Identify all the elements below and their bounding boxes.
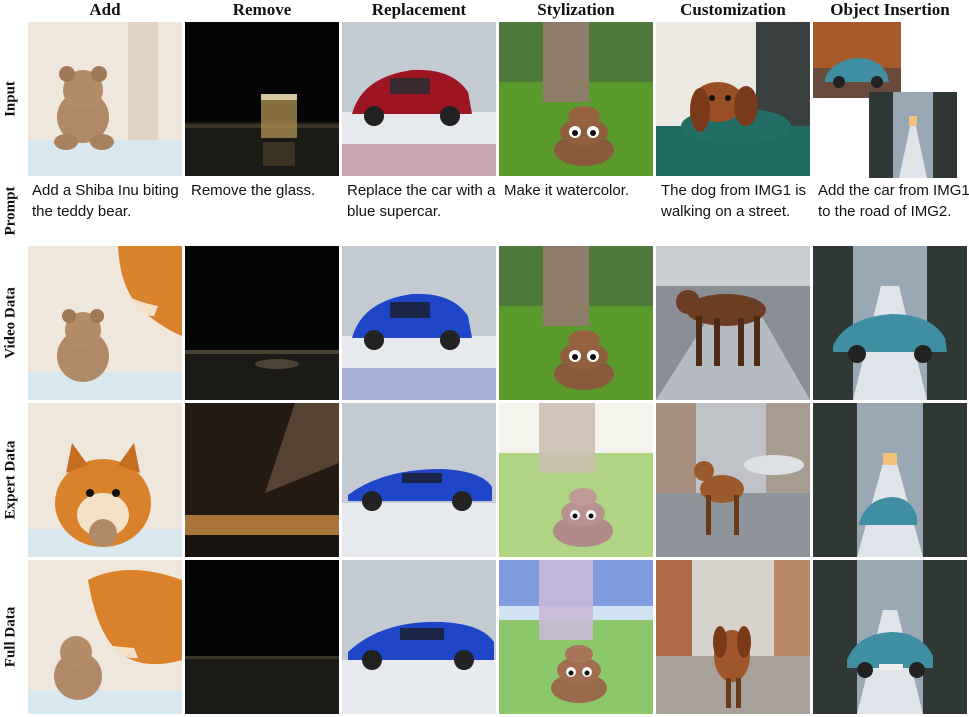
expert-output-stylization: [499, 403, 653, 557]
row-label-full-data: Full Data: [2, 606, 19, 668]
input-image-dog-on-sofa: [656, 22, 810, 176]
prompt-stylization: Make it watercolor.: [504, 182, 630, 199]
full-output-customization: [656, 560, 810, 714]
row-label-prompt: Prompt: [2, 186, 19, 236]
row-label-video-data: Video Data: [2, 287, 19, 359]
column-header-add: Add: [89, 0, 121, 19]
column-header-customization: Customization: [680, 0, 786, 19]
video-output-replacement: [342, 246, 496, 400]
column-header-replacement: Replacement: [371, 0, 467, 19]
expert-output-replacement: [342, 403, 496, 557]
expert-output-add: [28, 403, 182, 557]
prompt-replacement: Replace the car with a blue supercar.: [347, 182, 496, 220]
prompt-customization: The dog from IMG1 is walking on a street…: [661, 182, 807, 220]
row-label-expert-data: Expert Data: [2, 440, 19, 520]
input-image-teddy-bear: [28, 22, 182, 176]
column-header-object-insertion: Object Insertion: [830, 0, 950, 19]
video-output-customization: [656, 246, 810, 400]
input-image-snowy-road: [869, 92, 957, 178]
full-output-object-insertion: [813, 560, 967, 714]
video-output-object-insertion: [813, 246, 967, 400]
input-image-red-car: [342, 22, 496, 176]
input-image-teal-car: [813, 22, 901, 98]
full-output-remove: [185, 560, 339, 714]
row-label-input: Input: [2, 81, 19, 117]
column-header-stylization: Stylization: [537, 0, 615, 19]
video-output-stylization: [499, 246, 653, 400]
video-output-remove: [185, 246, 339, 400]
input-image-poop-emoji: [499, 22, 653, 176]
prompt-object-insertion: Add the car from IMG1 to the road of IMG…: [818, 182, 969, 220]
expert-output-customization: [656, 403, 810, 557]
input-image-glass: [185, 22, 339, 176]
full-output-add: [28, 560, 182, 714]
full-output-replacement: [342, 560, 496, 714]
video-output-add: [28, 246, 182, 400]
expert-output-object-insertion: [813, 403, 967, 557]
column-header-remove: Remove: [232, 0, 292, 19]
prompt-remove: Remove the glass.: [191, 182, 316, 199]
prompt-add: Add a Shiba Inu biting the teddy bear.: [32, 182, 179, 220]
full-output-stylization: [499, 560, 653, 714]
expert-output-remove: [185, 403, 339, 557]
